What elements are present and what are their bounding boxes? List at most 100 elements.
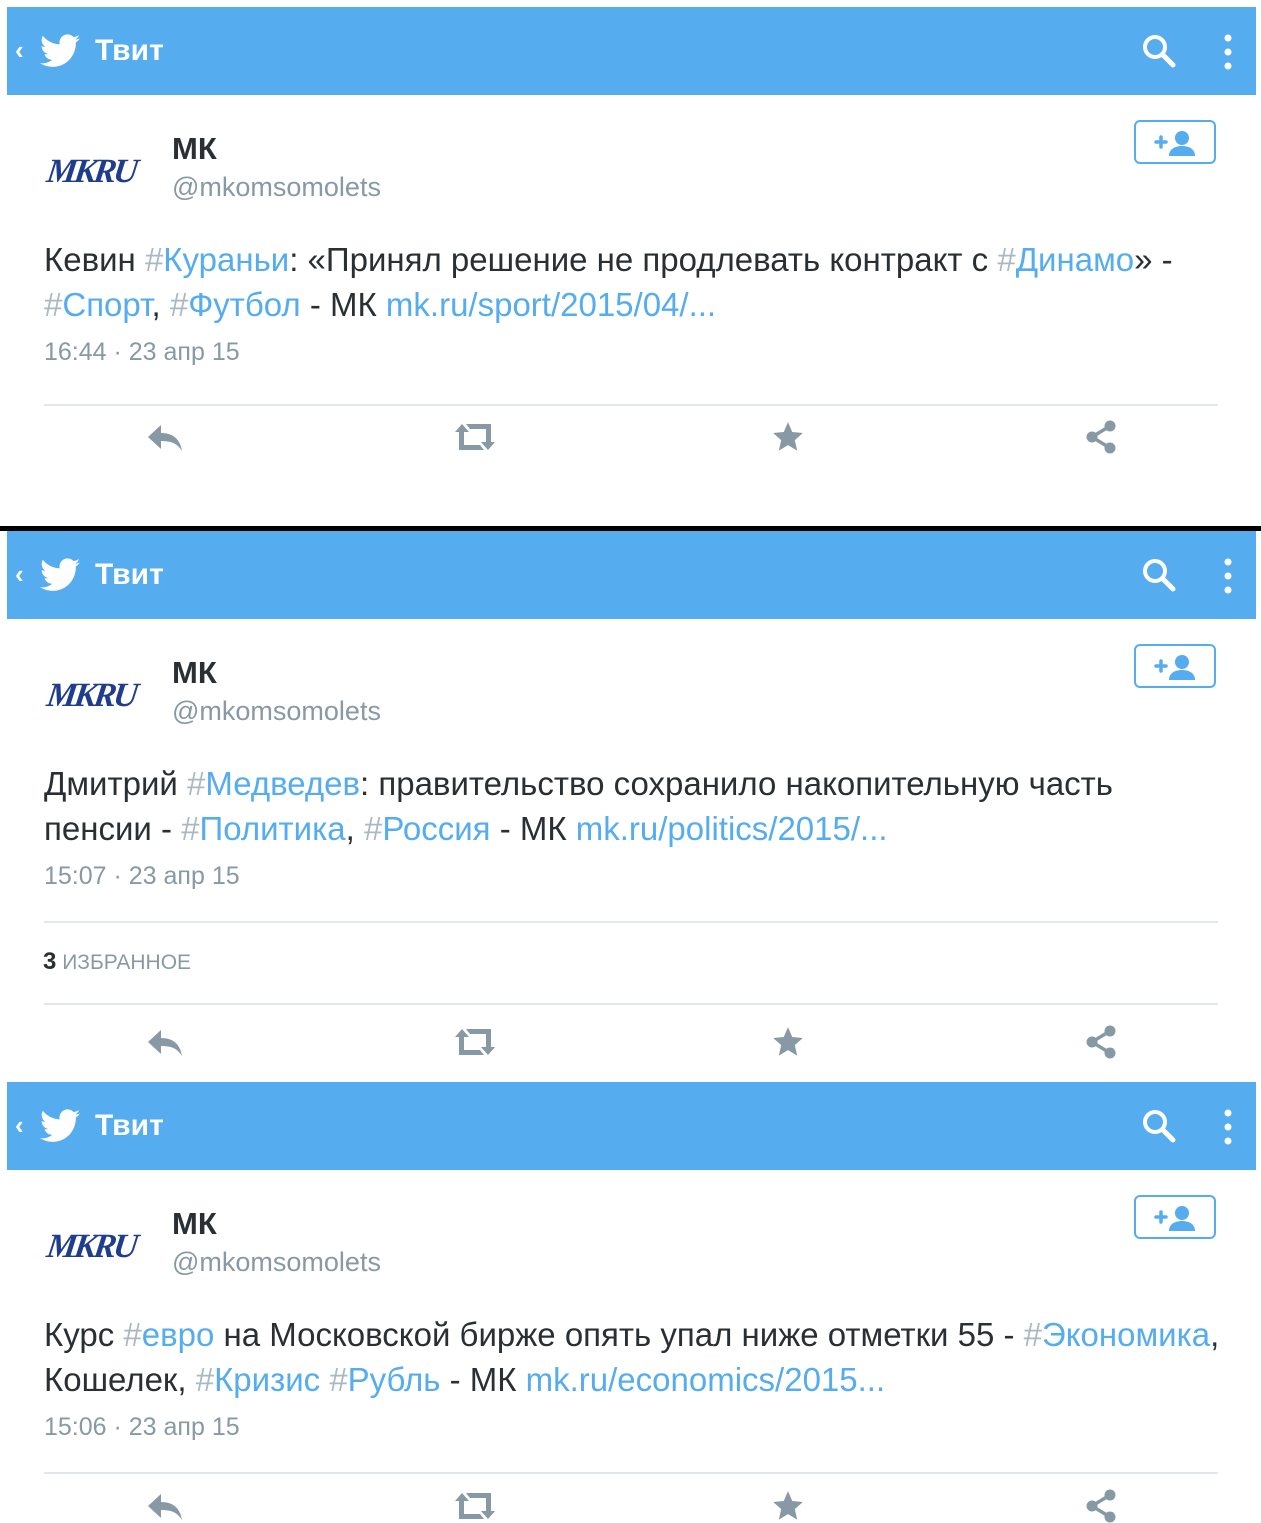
search-icon[interactable] [1141, 1108, 1177, 1144]
hashtag[interactable]: Россия [382, 810, 490, 847]
hashtag[interactable]: Футбол [188, 286, 301, 323]
hashtag-symbol: # [997, 241, 1016, 278]
share-button[interactable] [1077, 1486, 1125, 1523]
hashtag[interactable]: Экономика [1042, 1316, 1210, 1353]
follow-button[interactable] [1134, 644, 1216, 688]
retweet-button[interactable] [451, 1486, 499, 1523]
favorites-count[interactable]: 3 ИЗБРАННОЕ [43, 949, 191, 976]
share-icon [1086, 1025, 1116, 1059]
text-fragment [320, 1361, 329, 1398]
twitter-bird-icon [40, 1109, 80, 1142]
star-icon [773, 1027, 803, 1056]
text-fragment: - МК [440, 1361, 526, 1398]
retweet-button[interactable] [451, 1022, 499, 1062]
hashtag-symbol: # [144, 241, 164, 278]
retweet-button[interactable] [451, 417, 499, 457]
author-name[interactable]: МК [172, 131, 217, 167]
reply-button[interactable] [141, 1022, 189, 1062]
reply-button[interactable] [141, 1486, 189, 1523]
author-name[interactable]: МК [172, 1206, 217, 1242]
tweet-text: Дмитрий #Медведев: правительство сохрани… [44, 761, 1224, 851]
tweet-screen: ‹ Твит MKRU МК @mkomsomolets [7, 1082, 1256, 1523]
text-fragment: » - [1134, 241, 1173, 278]
tweet-actions [7, 407, 1256, 467]
tweet-link[interactable]: mk.ru/sport/2015/04/... [386, 286, 716, 323]
top-app-bar: ‹ Твит [7, 1082, 1256, 1170]
tweet-screen: ‹ Твит MKRU МК @mkomsomolets [7, 7, 1256, 526]
hashtag-symbol: # [123, 1316, 142, 1353]
reply-icon [148, 1494, 182, 1520]
hashtag[interactable]: Кураньи [163, 241, 289, 278]
author-handle[interactable]: @mkomsomolets [172, 1246, 381, 1278]
favorite-button[interactable] [764, 1486, 812, 1523]
hashtag[interactable]: Политика [200, 810, 346, 847]
share-icon [1086, 1489, 1116, 1523]
top-app-bar: ‹ Твит [7, 7, 1256, 95]
more-vertical-icon[interactable] [1221, 33, 1235, 71]
text-fragment: на Московской бирже опять упал ниже отме… [214, 1316, 1024, 1353]
hashtag[interactable]: Медведев [205, 765, 360, 802]
favorite-button[interactable] [764, 1022, 812, 1062]
share-button[interactable] [1077, 1022, 1125, 1062]
tweet-screen: ‹ Твит MKRU МК @mkomsomolets [7, 531, 1256, 1082]
hashtag[interactable]: Рубль [348, 1361, 441, 1398]
more-vertical-icon[interactable] [1221, 557, 1235, 595]
text-fragment: , [151, 286, 170, 323]
text-fragment: , [345, 810, 364, 847]
star-icon [773, 1491, 803, 1520]
divider [44, 1472, 1218, 1474]
tweet-timestamp: 15:07 · 23 апр 15 [44, 862, 240, 890]
tweet-timestamp: 15:06 · 23 апр 15 [44, 1413, 240, 1441]
author-handle[interactable]: @mkomsomolets [172, 695, 381, 727]
divider [44, 921, 1218, 923]
author-name[interactable]: МК [172, 655, 217, 691]
screen-title: Твит [95, 558, 164, 591]
favorites-number: 3 [43, 948, 57, 975]
text-fragment: Курс [44, 1316, 124, 1353]
hashtag-symbol: # [195, 1361, 215, 1398]
hashtag[interactable]: евро [142, 1316, 215, 1353]
tweet-link[interactable]: mk.ru/politics/2015/... [576, 810, 888, 847]
share-button[interactable] [1077, 417, 1125, 457]
avatar-logo-text: MKRU [44, 153, 138, 190]
twitter-bird-icon [40, 558, 80, 591]
add-user-icon [1154, 1206, 1195, 1231]
twitter-bird-icon [40, 34, 80, 67]
avatar[interactable]: MKRU [43, 127, 139, 217]
text-fragment: Дмитрий [44, 765, 187, 802]
tweet-link[interactable]: mk.ru/economics/2015... [526, 1361, 886, 1398]
follow-button[interactable] [1134, 1195, 1216, 1239]
avatar[interactable]: MKRU [43, 1202, 139, 1292]
more-vertical-icon[interactable] [1221, 1108, 1235, 1146]
retweet-icon [455, 1493, 495, 1519]
divider [44, 404, 1218, 406]
search-icon[interactable] [1141, 557, 1177, 593]
share-icon [1086, 420, 1116, 454]
top-app-bar: ‹ Твит [7, 531, 1256, 619]
favorite-button[interactable] [764, 417, 812, 457]
hashtag-symbol: # [186, 765, 206, 802]
tweet-actions [7, 1476, 1256, 1523]
reply-button[interactable] [141, 417, 189, 457]
star-icon [773, 422, 803, 451]
avatar[interactable]: MKRU [43, 651, 139, 741]
reply-icon [148, 425, 182, 451]
back-button[interactable]: ‹ [15, 559, 24, 589]
screen-title: Твит [95, 34, 164, 67]
follow-button[interactable] [1134, 120, 1216, 164]
back-button[interactable]: ‹ [15, 1110, 24, 1140]
add-user-icon [1154, 131, 1195, 156]
tweet-text: Кевин #Кураньи: «Принял решение не продл… [44, 237, 1224, 327]
back-button[interactable]: ‹ [15, 35, 24, 65]
hashtag-symbol: # [181, 810, 200, 847]
search-icon[interactable] [1141, 33, 1177, 69]
hashtag[interactable]: Кризис [214, 1361, 320, 1398]
hashtag[interactable]: Спорт [62, 286, 151, 323]
screen-title: Твит [95, 1109, 164, 1142]
hashtag-symbol: # [169, 286, 189, 323]
author-handle[interactable]: @mkomsomolets [172, 171, 381, 203]
tweet-timestamp: 16:44 · 23 апр 15 [44, 338, 240, 366]
text-fragment: : «Принял решение не продлевать контракт… [289, 241, 998, 278]
hashtag[interactable]: Динамо [1016, 241, 1134, 278]
retweet-icon [455, 1029, 495, 1055]
